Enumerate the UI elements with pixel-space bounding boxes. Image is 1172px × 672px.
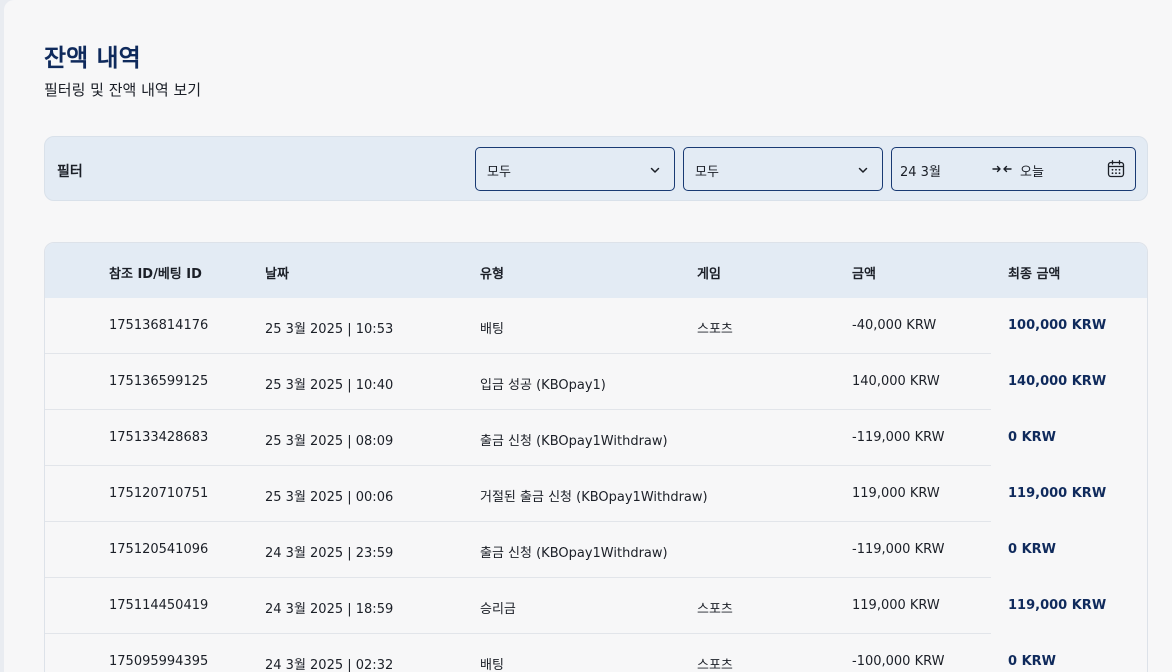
game-select-value: 모두 xyxy=(695,165,719,180)
column-header-type: 유형 xyxy=(480,267,504,282)
cell-type: 거절된 출금 신청 (KBOpay1Withdraw) xyxy=(480,490,708,505)
cell-game: 스포츠 xyxy=(697,602,733,617)
date-range-picker[interactable]: 24 3월 오늘 xyxy=(891,147,1136,191)
page-title: 잔액 내역 xyxy=(44,44,141,72)
cell-final-amount: 0 KRW xyxy=(1008,542,1056,557)
cell-type: 출금 신청 (KBOpay1Withdraw) xyxy=(480,546,668,561)
cell-amount: -119,000 KRW xyxy=(852,542,945,557)
cell-amount: 140,000 KRW xyxy=(852,374,940,389)
cell-type: 배팅 xyxy=(480,322,504,337)
cell-ref-id: 175120541096 xyxy=(109,542,209,557)
cell-ref-id: 175136599125 xyxy=(109,374,209,389)
cell-final-amount: 119,000 KRW xyxy=(1008,486,1107,501)
cell-final-amount: 119,000 KRW xyxy=(1008,598,1107,613)
filter-label: 필터 xyxy=(57,164,83,180)
game-select[interactable]: 모두 xyxy=(683,147,883,191)
cell-amount: 119,000 KRW xyxy=(852,598,940,613)
cell-amount: 119,000 KRW xyxy=(852,486,940,501)
cell-final-amount: 100,000 KRW xyxy=(1008,318,1107,333)
cell-ref-id: 175136814176 xyxy=(109,318,209,333)
chevron-down-icon xyxy=(858,167,868,173)
cell-type: 출금 신청 (KBOpay1Withdraw) xyxy=(480,434,668,449)
date-from: 24 3월 xyxy=(900,165,941,180)
table-row: 175095994395 24 3월 2025 | 02:32 배팅 스포츠 -… xyxy=(45,634,1056,672)
cell-date: 24 3월 2025 | 23:59 xyxy=(265,546,394,561)
table-row: 175136814176 25 3월 2025 | 10:53 배팅 스포츠 -… xyxy=(45,298,1106,354)
calendar-icon[interactable] xyxy=(1106,159,1126,179)
cell-date: 25 3월 2025 | 08:09 xyxy=(265,434,394,449)
column-header-amount: 금액 xyxy=(852,267,876,282)
cell-amount: -40,000 KRW xyxy=(852,318,937,333)
chevron-down-icon xyxy=(650,167,660,173)
column-header-ref-id: 참조 ID/베팅 ID xyxy=(109,267,202,282)
balance-table: 참조 ID/베팅 ID 날짜 유형 게임 금액 최종 금액 1751368141… xyxy=(44,242,1148,672)
cell-game: 스포츠 xyxy=(697,322,733,337)
type-select-value: 모두 xyxy=(487,165,511,180)
arrows-inward-icon xyxy=(992,165,1012,173)
cell-final-amount: 140,000 KRW xyxy=(1008,374,1107,389)
table-row: 175136599125 25 3월 2025 | 10:40 입금 성공 (K… xyxy=(45,354,1106,410)
table-row: 175114450419 24 3월 2025 | 18:59 승리금 스포츠 … xyxy=(45,578,1106,634)
cell-final-amount: 0 KRW xyxy=(1008,430,1056,445)
column-header-date: 날짜 xyxy=(265,267,289,282)
page-subtitle: 필터링 및 잔액 내역 보기 xyxy=(44,81,202,99)
balance-history-page: 잔액 내역 필터링 및 잔액 내역 보기 필터 모두 모두 24 3월 오늘 참… xyxy=(4,0,1172,672)
cell-date: 24 3월 2025 | 02:32 xyxy=(265,658,394,672)
column-header-game: 게임 xyxy=(697,267,721,282)
date-to: 오늘 xyxy=(1020,165,1044,180)
cell-ref-id: 175095994395 xyxy=(109,654,209,669)
cell-date: 24 3월 2025 | 18:59 xyxy=(265,602,394,617)
cell-ref-id: 175120710751 xyxy=(109,486,209,501)
table-row: 175120710751 25 3월 2025 | 00:06 거절된 출금 신… xyxy=(45,466,1106,522)
cell-amount: -100,000 KRW xyxy=(852,654,945,669)
table-header: 참조 ID/베팅 ID 날짜 유형 게임 금액 최종 금액 xyxy=(45,243,1147,298)
cell-amount: -119,000 KRW xyxy=(852,430,945,445)
cell-date: 25 3월 2025 | 10:53 xyxy=(265,322,394,337)
cell-game: 스포츠 xyxy=(697,658,733,672)
cell-ref-id: 175114450419 xyxy=(109,598,209,613)
cell-date: 25 3월 2025 | 10:40 xyxy=(265,378,394,393)
table-row: 175120541096 24 3월 2025 | 23:59 출금 신청 (K… xyxy=(45,522,1056,578)
cell-type: 입금 성공 (KBOpay1) xyxy=(480,378,606,393)
cell-type: 배팅 xyxy=(480,658,504,672)
table-row: 175133428683 25 3월 2025 | 08:09 출금 신청 (K… xyxy=(45,410,1056,466)
column-header-final-amount: 최종 금액 xyxy=(1008,267,1061,282)
cell-date: 25 3월 2025 | 00:06 xyxy=(265,490,394,505)
cell-final-amount: 0 KRW xyxy=(1008,654,1056,669)
cell-type: 승리금 xyxy=(480,602,516,617)
cell-ref-id: 175133428683 xyxy=(109,430,209,445)
filter-bar: 필터 모두 모두 24 3월 오늘 xyxy=(44,136,1148,201)
type-select[interactable]: 모두 xyxy=(475,147,675,191)
